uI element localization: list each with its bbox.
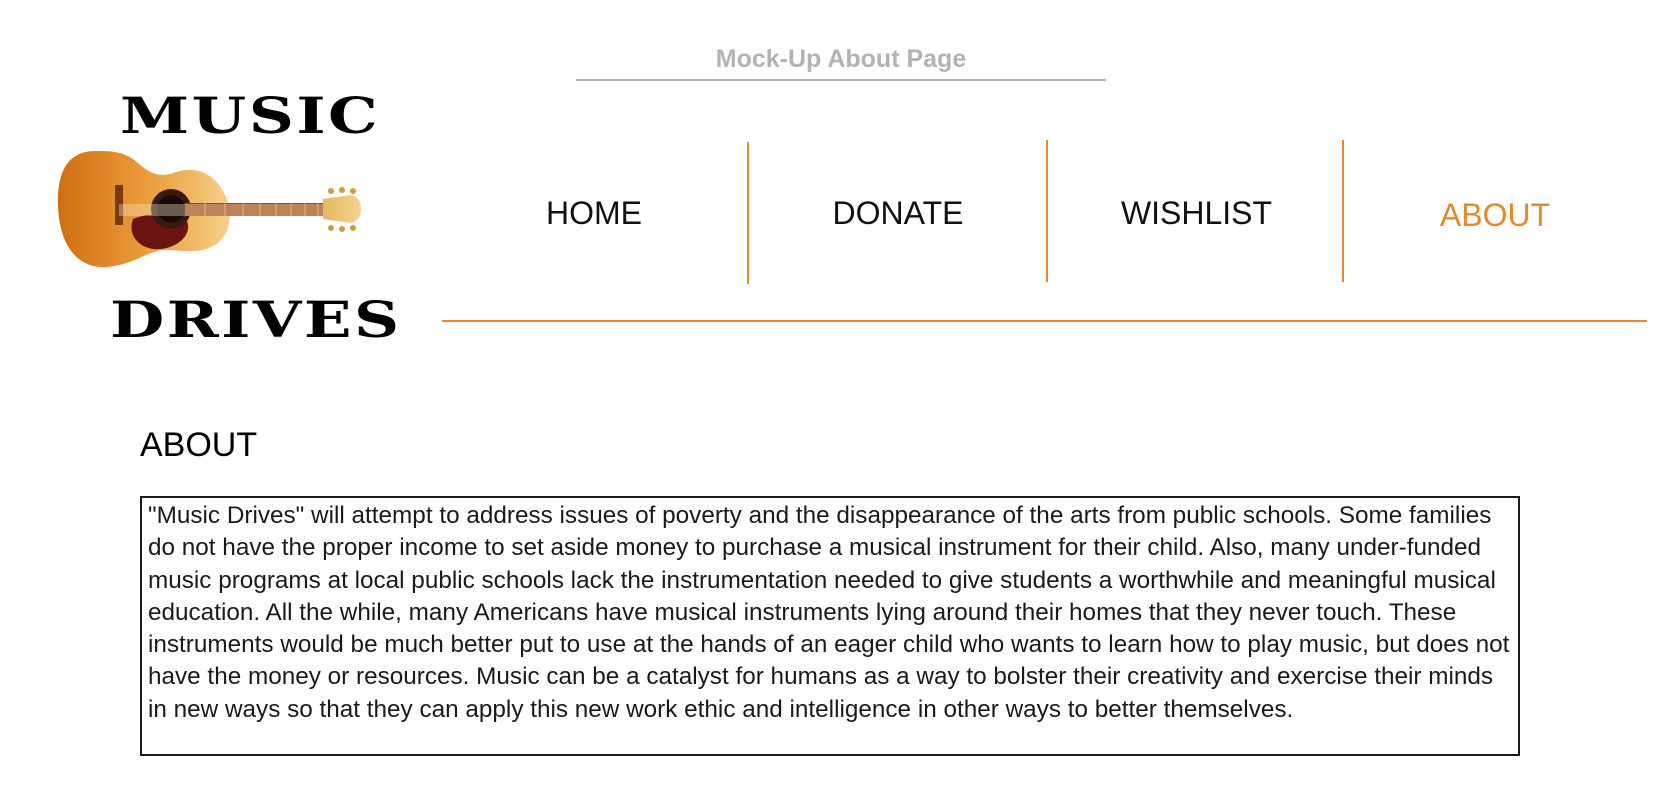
main-nav: HOME DONATE WISHLIST ABOUT bbox=[440, 138, 1645, 288]
mockup-title-underline bbox=[576, 79, 1106, 81]
page: Mock-Up About Page MUSIC DRIVES HOME DON… bbox=[0, 0, 1680, 802]
nav-divider bbox=[1342, 140, 1344, 282]
acoustic-guitar-icon bbox=[57, 151, 361, 268]
logo[interactable]: MUSIC DRIVES bbox=[50, 85, 399, 345]
nav-underline bbox=[442, 320, 1647, 322]
logo-bottom-word: DRIVES bbox=[110, 290, 402, 349]
nav-item-donate[interactable]: DONATE bbox=[748, 138, 1048, 288]
nav-item-wishlist[interactable]: WISHLIST bbox=[1048, 138, 1345, 288]
about-text-box: "Music Drives" will attempt to address i… bbox=[140, 496, 1520, 756]
page-heading: ABOUT bbox=[140, 426, 258, 464]
nav-item-about[interactable]: ABOUT bbox=[1345, 140, 1645, 290]
nav-item-home[interactable]: HOME bbox=[440, 138, 748, 288]
logo-top-word: MUSIC bbox=[120, 86, 381, 145]
mockup-title: Mock-Up About Page bbox=[715, 45, 967, 73]
